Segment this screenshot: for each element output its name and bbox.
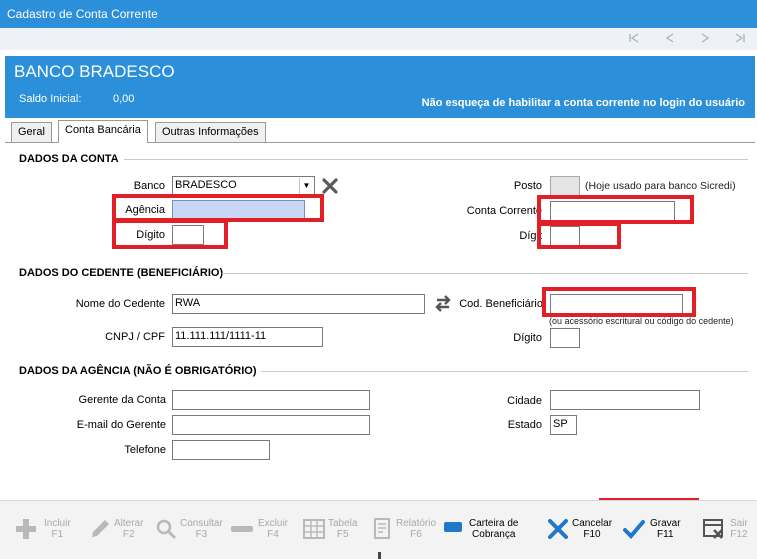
estado-label: Estado [507,419,542,431]
banco-select[interactable]: BRADESCO ▼ [172,176,315,196]
section-dados-agencia: DADOS DA AGÊNCIA (NÃO É OBRIGATÓRIO) [19,365,257,377]
login-warning: Não esqueça de habilitar a conta corrent… [421,97,745,109]
incluir-button[interactable]: Incluir F1 [14,514,74,554]
nome-cedente-label: Nome do Cedente [75,298,165,310]
telefone-label: Telefone [124,444,166,456]
cidade-input[interactable] [550,390,700,410]
cancelar-button[interactable]: Cancelar F10 [546,514,613,554]
previous-record-icon[interactable] [663,32,677,46]
conta-corrente-label: Conta Corrente [466,205,542,217]
highlight-conta-corrente [537,195,694,224]
banco-label: Banco [133,180,165,192]
section-dados-conta: DADOS DA CONTA [19,153,119,165]
highlight-agencia [112,194,324,222]
table-icon [302,517,326,541]
cancel-x-icon [546,517,570,541]
section-divider [222,273,748,274]
consultar-button[interactable]: Consultar F3 [154,514,223,554]
next-record-icon[interactable] [698,32,712,46]
tab-geral[interactable]: Geral [11,122,52,142]
first-record-icon[interactable] [627,32,641,46]
digito-cedente-label: Dígito [513,332,542,344]
cancelar-shortcut: F10 [583,529,601,540]
carteira-label-line2: Cobrança [472,529,516,540]
carteira-cobranca-button[interactable]: Carteira de Cobrança [443,514,523,554]
relatorio-label: Relatório [396,518,437,529]
posto-label: Posto [513,180,542,192]
sair-shortcut: F12 [730,529,748,540]
gerente-conta-label: Gerente da Conta [78,394,166,406]
report-icon [370,517,394,541]
tab-outras-informacoes[interactable]: Outras Informações [155,122,266,142]
telefone-input[interactable] [172,440,270,460]
cnpj-cpf-label: CNPJ / CPF [105,331,165,343]
digito-conta-label: Dígit [519,230,542,242]
exit-icon [702,517,726,541]
excluir-label: Excluir [258,518,289,529]
excluir-shortcut: F4 [267,529,279,540]
section-divider [124,159,748,160]
consultar-label: Consultar [180,518,223,529]
tabela-label: Tabela [328,518,358,529]
incluir-label: Incluir [44,518,71,529]
alterar-button[interactable]: Alterar F2 [88,514,146,554]
last-record-icon[interactable] [733,32,747,46]
window-title: Cadastro de Conta Corrente [7,7,158,21]
saldo-inicial-value: 0,00 [113,93,135,105]
minus-icon [230,517,254,541]
cancelar-label: Cancelar [572,518,613,529]
highlight-digito-conta [537,222,621,249]
pencil-icon [88,517,112,541]
banco-select-value: BRADESCO [175,179,237,191]
email-gerente-input[interactable] [172,415,370,435]
magnifier-icon [154,517,178,541]
cod-beneficiario-hint: (ou acessório escritural ou código do ce… [549,316,734,326]
carteira-label: Carteira de [469,518,519,529]
tabela-shortcut: F5 [336,529,349,540]
incluir-shortcut: F1 [51,529,64,540]
gravar-shortcut: F11 [657,529,674,540]
saldo-inicial-label: Saldo Inicial: [19,93,82,105]
posto-input[interactable] [550,176,580,196]
sair-label: Sair [730,518,748,529]
relatorio-shortcut: F6 [410,529,422,540]
highlight-cod-beneficiario [542,287,696,317]
bank-name: BANCO BRADESCO [14,62,175,81]
window-title-bar: Cadastro de Conta Corrente [0,0,757,28]
section-dados-cedente: DADOS DO CEDENTE (BENEFICIÁRIO) [19,267,224,279]
email-gerente-label: E-mail do Gerente [76,419,166,431]
section-divider [261,371,748,372]
alterar-shortcut: F2 [122,529,135,540]
nome-cedente-input[interactable]: RWA [172,294,425,314]
tabela-button[interactable]: Tabela F5 [302,514,360,554]
consultar-shortcut: F3 [195,529,208,540]
account-header: BANCO BRADESCO Saldo Inicial: 0,00 Não e… [5,56,755,118]
cnpj-cpf-input[interactable]: 11.111.111/1111-11 [172,327,323,347]
alterar-label: Alterar [114,518,144,529]
posto-hint: (Hoje usado para banco Sicredi) [585,180,736,192]
clear-bank-icon[interactable] [321,177,339,195]
gravar-button[interactable]: Gravar F11 [622,514,686,554]
estado-input[interactable]: SP [550,415,577,435]
plus-icon [14,517,38,541]
relatorio-button[interactable]: Relatório F6 [370,514,436,554]
sair-button[interactable]: Sair F12 [702,514,754,554]
gravar-label: Gravar [650,518,681,529]
tab-conta-bancaria[interactable]: Conta Bancária [58,120,148,143]
digito-cedente-input[interactable] [550,328,580,348]
resize-grip [378,552,381,559]
wallet-icon [443,520,467,544]
cod-beneficiario-label: Cod. Beneficiário [459,298,543,310]
excluir-button[interactable]: Excluir F4 [230,514,290,554]
highlight-digito-agencia [112,219,228,249]
cidade-label: Cidade [507,395,542,407]
gerente-conta-input[interactable] [172,390,370,410]
record-navigation-bar [0,28,757,50]
checkmark-icon [622,517,646,541]
chevron-down-icon[interactable]: ▼ [299,178,313,194]
